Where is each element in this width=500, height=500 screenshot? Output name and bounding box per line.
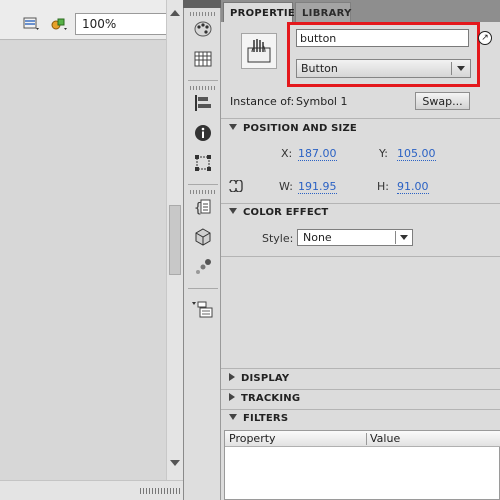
style-value: None	[303, 231, 332, 244]
strip-grip[interactable]	[190, 12, 216, 16]
info-icon[interactable]	[194, 124, 212, 142]
collapsed-triangle-icon	[229, 373, 235, 381]
transform-icon[interactable]	[194, 154, 212, 172]
instance-of-value: Symbol 1	[296, 95, 348, 108]
button-symbol-icon	[241, 33, 277, 69]
expand-triangle-icon	[229, 414, 237, 420]
x-value[interactable]: 187.00	[298, 147, 337, 161]
edit-symbols-icon[interactable]	[50, 16, 68, 32]
edit-symbol-icon[interactable]: ↗	[478, 31, 492, 45]
chevron-down-icon	[400, 235, 408, 240]
swap-button[interactable]: Swap...	[415, 92, 470, 110]
y-label: Y:	[379, 147, 388, 160]
link-dimensions-icon[interactable]	[228, 180, 244, 192]
stage-toolbar: 100%	[0, 0, 185, 40]
column-value[interactable]: Value	[370, 432, 400, 445]
h-value[interactable]: 91.00	[397, 180, 429, 194]
filters-table[interactable]: Property Value	[224, 430, 500, 500]
strip-grip[interactable]	[190, 190, 216, 194]
resize-grip[interactable]	[140, 488, 180, 494]
swatches-icon[interactable]	[194, 50, 212, 68]
scroll-thumb[interactable]	[169, 205, 181, 275]
edit-scene-icon[interactable]	[22, 16, 40, 32]
x-label: X:	[281, 147, 293, 160]
scroll-down-icon[interactable]	[170, 460, 180, 466]
section-color-effect[interactable]: COLOR EFFECT	[229, 207, 328, 218]
section-position-size[interactable]: POSITION AND SIZE	[229, 123, 357, 134]
h-label: H:	[377, 180, 389, 193]
components-icon[interactable]	[194, 228, 212, 246]
instance-of-label: Instance of:	[230, 95, 295, 108]
red-highlight-annotation	[287, 22, 480, 87]
w-value[interactable]: 191.95	[298, 180, 337, 194]
align-icon[interactable]	[194, 94, 212, 112]
motion-presets-icon[interactable]	[194, 258, 212, 276]
collapsed-triangle-icon	[229, 393, 235, 401]
column-property[interactable]: Property	[229, 432, 276, 445]
color-palette-icon[interactable]	[194, 20, 212, 38]
section-display[interactable]: DISPLAY	[229, 373, 289, 384]
style-select[interactable]: None	[297, 229, 413, 246]
tab-properties[interactable]: PROPERTIES	[223, 2, 302, 22]
w-label: W:	[279, 180, 293, 193]
panel-menu-icon[interactable]	[192, 300, 214, 318]
filters-table-header: Property Value	[225, 431, 500, 447]
style-label: Style:	[262, 232, 294, 245]
code-snippets-icon[interactable]: {	[194, 198, 212, 216]
strip-grip[interactable]	[190, 86, 216, 90]
expand-triangle-icon	[229, 124, 237, 130]
stage-canvas[interactable]	[0, 41, 166, 480]
tab-library[interactable]: LIBRARY	[295, 2, 351, 22]
section-tracking[interactable]: TRACKING	[229, 393, 300, 404]
vertical-scrollbar[interactable]	[166, 0, 183, 480]
section-filters[interactable]: FILTERS	[229, 413, 288, 424]
expand-triangle-icon	[229, 208, 237, 214]
scroll-up-icon[interactable]	[170, 10, 180, 16]
panel-tool-strip: {	[183, 0, 221, 500]
y-value[interactable]: 105.00	[397, 147, 436, 161]
